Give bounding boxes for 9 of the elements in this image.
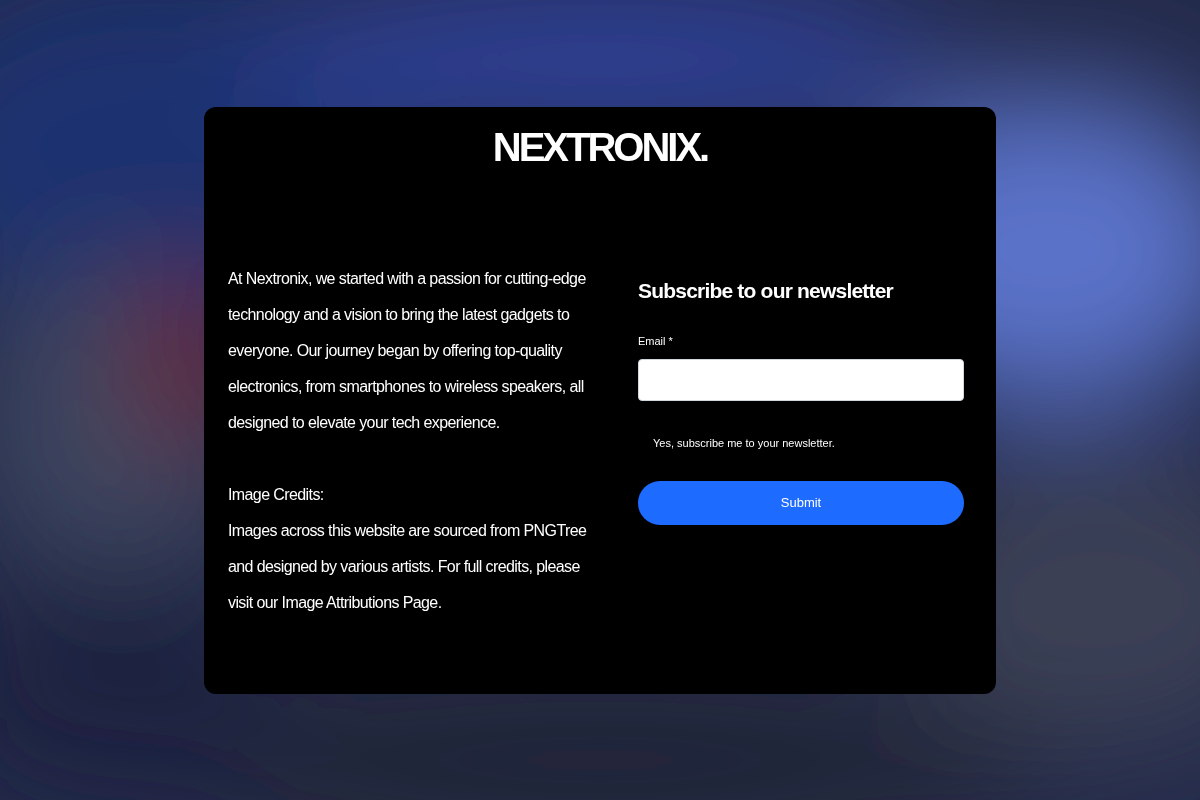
credits-text: Images across this website are sourced from PNGTree and designed by various artists. For full credits, please visit our Image Attributions Page. — [228, 520, 588, 613]
newsletter-title: Subscribe to our newsletter — [638, 277, 895, 304]
credits-heading: Image Credits: — [228, 484, 325, 505]
about-text: At Nextronix, we started with a passion for cutting-edge technology and a vision to bring the latest gadgets to everyone. Our journey began by offering top-quality electronics, from smartphones to wireless speakers, all designed to elevate your tech experience. — [228, 268, 587, 433]
consent-label[interactable]: Yes, subscribe me to your newsletter. — [653, 434, 964, 451]
email-label: Email * — [638, 333, 674, 349]
email-field[interactable] — [638, 358, 964, 401]
submit-button[interactable]: Submit — [638, 480, 964, 525]
logo: NEXTRONIX. — [492, 123, 708, 171]
